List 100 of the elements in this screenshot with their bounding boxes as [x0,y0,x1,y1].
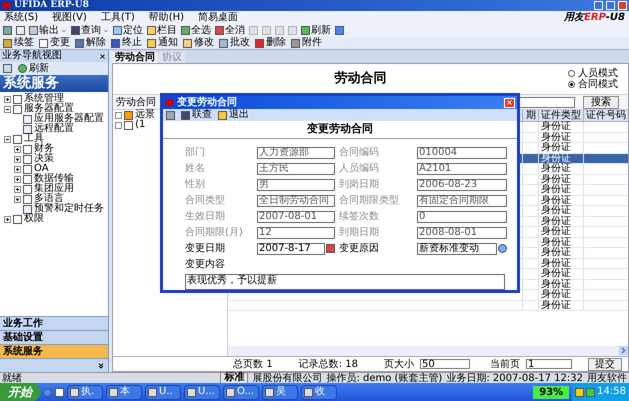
toolbar-button[interactable]: 栏目 [147,24,177,36]
collapse-toggle[interactable] [115,112,122,118]
taskbar-button[interactable]: 本 [106,384,142,400]
menu-item[interactable]: 帮助(H) [148,12,184,24]
dialog-heading: 变更劳动合同 [307,121,373,137]
column-header[interactable]: 证件类型 [538,110,583,121]
tree-item[interactable]: 工具 [24,134,44,144]
battery-meter: 93% [533,386,570,398]
menu-item[interactable]: 工具(T) [100,12,135,24]
toolbar-button[interactable]: 查询 [71,24,109,36]
menu-item[interactable]: 系统(S) [4,12,38,24]
taskbar-button[interactable]: O... [223,384,259,400]
expand-toggle[interactable] [4,96,11,102]
restore-button[interactable] [606,1,615,10]
nav-button[interactable]: 系统服务 [0,344,108,358]
nav-button[interactable]: 业务工作 [0,316,108,330]
collapse-toggle[interactable] [4,136,11,142]
tree-item[interactable]: 决策 [34,154,54,164]
table-row[interactable]: 身份证 [228,300,628,311]
nav-button[interactable]: 基础设置 [0,330,108,344]
radio-icon[interactable] [568,70,575,77]
caret-icon [103,28,109,34]
toolbar-button[interactable]: 联查 [181,109,212,121]
close-button[interactable] [504,98,515,108]
toolbar-button[interactable]: 全消 [215,24,245,36]
taskbar-button[interactable]: 吴 [262,384,298,400]
current-page-field[interactable]: 1 [526,359,572,369]
action-button[interactable]: 删除 [255,37,286,49]
expand-toggle[interactable] [14,176,21,182]
expand-toggle[interactable] [14,166,21,172]
tree-item[interactable]: OA [34,164,49,174]
page-size-field[interactable]: 50 [420,359,470,369]
action-button[interactable]: 附件 [291,37,322,49]
tree-item[interactable]: (1 [135,120,146,130]
close-button[interactable] [618,1,627,10]
toolbar-button[interactable]: 退出 [218,109,249,121]
tree-item[interactable]: 应用服务器配置 [34,114,104,124]
expand-toggle[interactable] [14,156,21,162]
column-header[interactable]: 期 [522,110,538,121]
action-button[interactable]: 变更 [39,37,70,49]
table-cell: 身份证 [538,154,583,163]
toolbar-button[interactable]: 刷新 [301,24,331,36]
radio-option[interactable]: 合同模式 [568,79,618,90]
taskbar-button[interactable]: U... [184,384,220,400]
expand-toggle[interactable] [14,186,21,192]
tree-item[interactable]: 远程配置 [34,124,74,134]
close-icon[interactable] [99,52,106,60]
toolbar-button[interactable]: 定位 [113,24,143,36]
expand-toggle[interactable] [14,196,21,202]
ime-bar[interactable]: 标准 [220,372,248,384]
tree-item[interactable]: 远景 [135,110,156,120]
tree-item[interactable]: 多语言 [34,194,64,204]
tree-item[interactable]: 数据传输 [34,174,74,184]
action-button[interactable]: 续签 [3,37,34,49]
table-cell: 身份证 [538,143,583,152]
taskbar-button[interactable]: 收 [301,384,337,400]
table-cell: 身份证 [538,185,583,194]
menu-item[interactable]: 视图(V) [52,12,87,24]
tree-item[interactable]: 财务 [34,144,54,154]
field-label: 变更原因 [339,242,380,254]
panel-title: 业务导航视图 [2,50,62,62]
submit-button[interactable]: 提交 [588,358,622,370]
menu-item[interactable]: 简易桌面 [198,12,238,24]
radio-icon[interactable] [568,81,575,88]
minimize-button[interactable] [594,1,603,10]
input-field[interactable]: 2007-8-17 [257,242,325,254]
status-text: 就绪 [2,372,23,384]
start-button[interactable]: 开始 [0,383,40,401]
content-field[interactable]: 表现优秀，予以提薪 [185,274,505,290]
tree-item[interactable]: 系统管理 [24,94,64,104]
search-field[interactable] [517,96,575,108]
taskbar-button[interactable]: 执. [67,384,103,400]
tab[interactable]: 劳动合同 [112,52,158,63]
collapse-toggle[interactable] [115,122,122,128]
taskbar-button[interactable]: U.. [145,384,181,400]
tree-item[interactable]: 权限 [24,214,44,224]
column-header[interactable]: 证件号码 [583,110,628,121]
action-button[interactable]: 解除 [75,37,106,49]
business-date: 业务日期: 2007-08-17 12:32 [446,372,583,384]
chevron-icon[interactable] [97,362,106,370]
input-field[interactable]: 薪资标准变动 [417,242,497,254]
table-cell: 身份证 [538,300,583,310]
tree-item[interactable]: 服务器配置 [24,104,74,114]
action-button[interactable]: 批改 [219,37,250,49]
current-page-label: 当前页 [490,358,520,372]
search-button[interactable]: 搜索 [583,96,619,108]
action-button[interactable]: 修改 [183,37,214,49]
toolbar-button[interactable]: 输出 [29,24,67,36]
field-label: 生效日期 [185,210,226,222]
scroll-arrow-icon[interactable] [619,346,628,355]
tree-item[interactable]: 集团应用 [34,184,74,194]
field-label: 到岗日期 [339,178,380,190]
collapse-toggle[interactable] [4,106,11,112]
radio-option[interactable]: 人员模式 [568,68,618,79]
expand-toggle[interactable] [14,146,21,152]
action-button[interactable]: 通知 [147,37,178,49]
toolbar-button[interactable]: 全选 [181,24,211,36]
expand-toggle[interactable] [4,216,11,222]
tree-item[interactable]: 预警和定时任务 [34,204,104,214]
action-button[interactable]: 终止 [111,37,142,49]
